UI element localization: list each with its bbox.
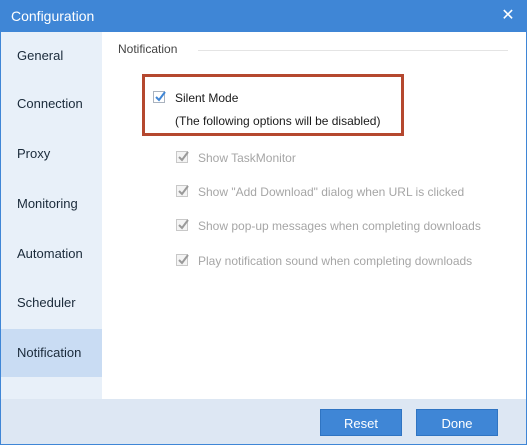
notification-panel: Notification Silent Mode (The following … xyxy=(102,32,526,399)
window-title: Configuration xyxy=(11,8,95,24)
sidebar-item-label: Proxy xyxy=(17,146,51,161)
sidebar-item-general[interactable]: General xyxy=(1,32,102,80)
option-label: Play notification sound when completing … xyxy=(198,254,473,268)
sidebar-item-label: Monitoring xyxy=(17,196,78,211)
checkbox-checked-icon xyxy=(176,151,189,163)
reset-button[interactable]: Reset xyxy=(320,409,402,436)
title-bar[interactable]: Configuration ✕ xyxy=(0,0,527,32)
sidebar-item-automation[interactable]: Automation xyxy=(1,230,102,278)
sidebar-item-monitoring[interactable]: Monitoring xyxy=(1,180,102,228)
checkbox-checked-icon xyxy=(176,185,189,197)
sidebar-item-notification[interactable]: Notification xyxy=(1,329,102,377)
sidebar-item-proxy[interactable]: Proxy xyxy=(1,130,102,178)
sidebar-item-scheduler[interactable]: Scheduler xyxy=(1,279,102,327)
checkbox-checked-icon xyxy=(176,254,189,266)
sidebar-item-label: Scheduler xyxy=(17,295,76,310)
close-icon[interactable]: ✕ xyxy=(497,5,519,27)
section-title: Notification xyxy=(118,42,178,56)
configuration-window: Configuration ✕ General Connection Proxy… xyxy=(0,0,527,445)
section-divider xyxy=(198,50,508,51)
sidebar-item-label: General xyxy=(17,48,64,63)
silent-mode-note: (The following options will be disabled) xyxy=(175,114,381,128)
sidebar: General Connection Proxy Monitoring Auto… xyxy=(1,32,102,399)
option-label: Show TaskMonitor xyxy=(198,151,296,165)
sidebar-item-label: Connection xyxy=(17,96,83,111)
silent-mode-label: Silent Mode xyxy=(175,91,239,105)
sidebar-item-connection[interactable]: Connection xyxy=(1,80,102,128)
sidebar-item-label: Notification xyxy=(17,345,82,360)
dialog-content: General Connection Proxy Monitoring Auto… xyxy=(1,32,526,399)
option-label: Show "Add Download" dialog when URL is c… xyxy=(198,185,465,199)
option-label: Show pop-up messages when completing dow… xyxy=(198,219,481,233)
checkbox-checked-icon xyxy=(153,91,166,103)
done-button[interactable]: Done xyxy=(416,409,498,436)
sidebar-item-label: Automation xyxy=(17,246,83,261)
dialog-footer: Reset Done xyxy=(1,399,526,444)
checkbox-checked-icon xyxy=(176,219,189,231)
